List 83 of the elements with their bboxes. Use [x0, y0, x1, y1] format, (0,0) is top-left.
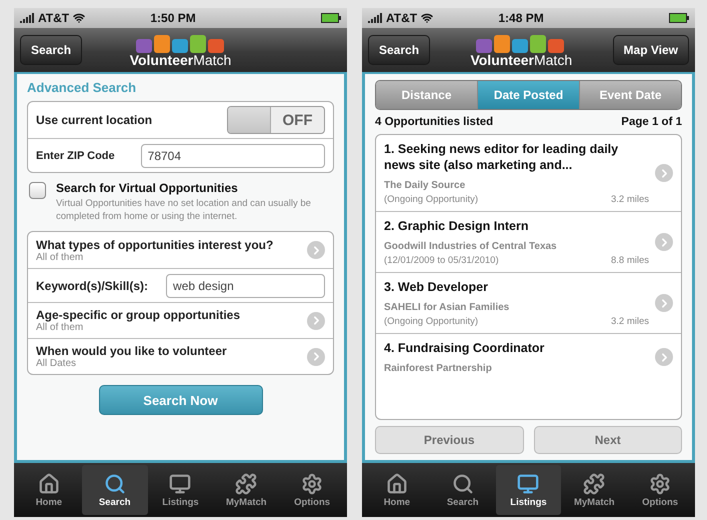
option-row[interactable]: What types of opportunities interest you? All of them [28, 232, 333, 268]
wifi-icon [421, 12, 434, 24]
listing-row[interactable]: 2. Graphic Design Intern Goodwill Industries of Central Texas (12/01/2009 to 05/31/2010) 8.8 miles [376, 211, 681, 272]
row-value: All Dates [36, 358, 78, 369]
carrier: AT&T [386, 11, 418, 25]
logo-text: VolunteerMatch [470, 52, 572, 68]
row-label: What types of opportunities interest you? [36, 238, 274, 252]
clock: 1:50 PM [149, 11, 197, 25]
listing-row[interactable]: 1. Seeking news editor for leading daily news site (also marketing and... The Daily Source (Ongoing Opportunity) 3.2 miles [376, 135, 681, 211]
wifi-icon [73, 12, 86, 24]
home-icon [38, 472, 60, 494]
tab-bar-item[interactable]: Listings [496, 465, 562, 515]
option-row[interactable]: When would you like to volunteer All Dates [28, 338, 333, 374]
battery-icon [669, 13, 689, 23]
logo-icon [134, 32, 227, 52]
disclosure-icon [307, 312, 325, 330]
distance: 3.2 miles [610, 316, 649, 327]
settings-icon [301, 472, 324, 494]
disclosure-icon [655, 348, 673, 366]
tab-bar-item[interactable]: Options [279, 465, 345, 515]
tab-bar-item[interactable]: MyMatch [561, 465, 628, 515]
option-row[interactable]: Age-specific or group opportunities All of them [28, 302, 333, 338]
monitor-icon [169, 472, 192, 494]
clock: 1:48 PM [497, 11, 545, 25]
disclosure-icon [655, 164, 673, 182]
description: Virtual Opportunities have no set location and can usually be completed from home or using the internet. [56, 197, 312, 223]
map-view-button[interactable]: Map View [612, 35, 689, 65]
signal-icon [368, 13, 382, 23]
toggle-switch[interactable]: OFF [227, 106, 325, 134]
keyword-field[interactable]: web design [166, 274, 325, 298]
distance: 8.8 miles [610, 255, 649, 266]
puzzle-icon [235, 472, 258, 494]
tab-bar-item[interactable]: Search [430, 465, 496, 515]
listing-title: 3. Web Developer [384, 279, 489, 295]
settings-icon [649, 472, 672, 494]
checkbox-label: Search for Virtual Opportunities [56, 181, 239, 195]
row-label: Enter ZIP Code [36, 150, 115, 162]
listing-dates: (Ongoing Opportunity) [384, 316, 478, 327]
row-value: All of them [36, 252, 84, 262]
sort-segment[interactable]: Date Posted [477, 81, 579, 109]
checkbox[interactable] [29, 182, 46, 199]
search-icon [452, 472, 474, 494]
result-count: 4 Opportunities listed [375, 116, 494, 128]
listing-dates: (12/01/2009 to 05/31/2010) [384, 255, 499, 266]
back-button[interactable]: Search [20, 35, 82, 65]
listing-title: 4. Fundraising Coordinator [384, 340, 546, 356]
row-label: Use current location [36, 113, 154, 127]
tab-bar-item[interactable]: MyMatch [213, 465, 280, 515]
tab-bar-item[interactable]: Home [16, 465, 82, 515]
tab-bar-item[interactable]: Options [627, 465, 693, 515]
disclosure-icon [655, 294, 673, 312]
row-value: All of them [36, 322, 84, 333]
battery-icon [321, 13, 341, 23]
row-label: Keyword(s)/Skill(s): [36, 278, 148, 292]
row-label: Age-specific or group opportunities [36, 308, 242, 322]
tab-bar-item[interactable]: Listings [148, 465, 214, 515]
back-button[interactable]: Search [368, 35, 430, 65]
distance: 3.2 miles [610, 194, 649, 205]
tab-bar-item[interactable]: Home [364, 465, 430, 515]
search-icon [104, 472, 126, 494]
monitor-icon [517, 472, 540, 494]
disclosure-icon [307, 348, 325, 366]
disclosure-icon [655, 233, 673, 251]
signal-icon [20, 13, 34, 23]
listing-dates: (Ongoing Opportunity) [384, 194, 478, 205]
home-icon [386, 472, 408, 494]
logo-text: VolunteerMatch [130, 52, 232, 68]
listing-row[interactable]: 4. Fundraising Coordinator Rainforest Partnership [376, 333, 681, 380]
listing-title: 1. Seeking news editor for leading daily news site (also marketing and... [384, 141, 620, 173]
organization: The Daily Source [384, 180, 466, 191]
section-heading: Advanced Search [27, 80, 138, 95]
tab-bar-item[interactable]: Search [82, 465, 148, 515]
carrier: AT&T [38, 11, 70, 25]
disclosure-icon [307, 241, 325, 259]
organization: Rainforest Partnership [384, 363, 493, 374]
row-label: When would you like to volunteer [36, 344, 228, 358]
organization: Goodwill Industries of Central Texas [384, 241, 558, 252]
puzzle-icon [583, 472, 606, 494]
listing-title: 2. Graphic Design Intern [384, 218, 530, 234]
listing-row[interactable]: 3. Web Developer SAHELI for Asian Families (Ongoing Opportunity) 3.2 miles [376, 272, 681, 333]
page-indicator: Page 1 of 1 [621, 116, 682, 128]
zip-field[interactable]: 78704 [140, 144, 325, 168]
organization: SAHELI for Asian Families [384, 302, 510, 313]
